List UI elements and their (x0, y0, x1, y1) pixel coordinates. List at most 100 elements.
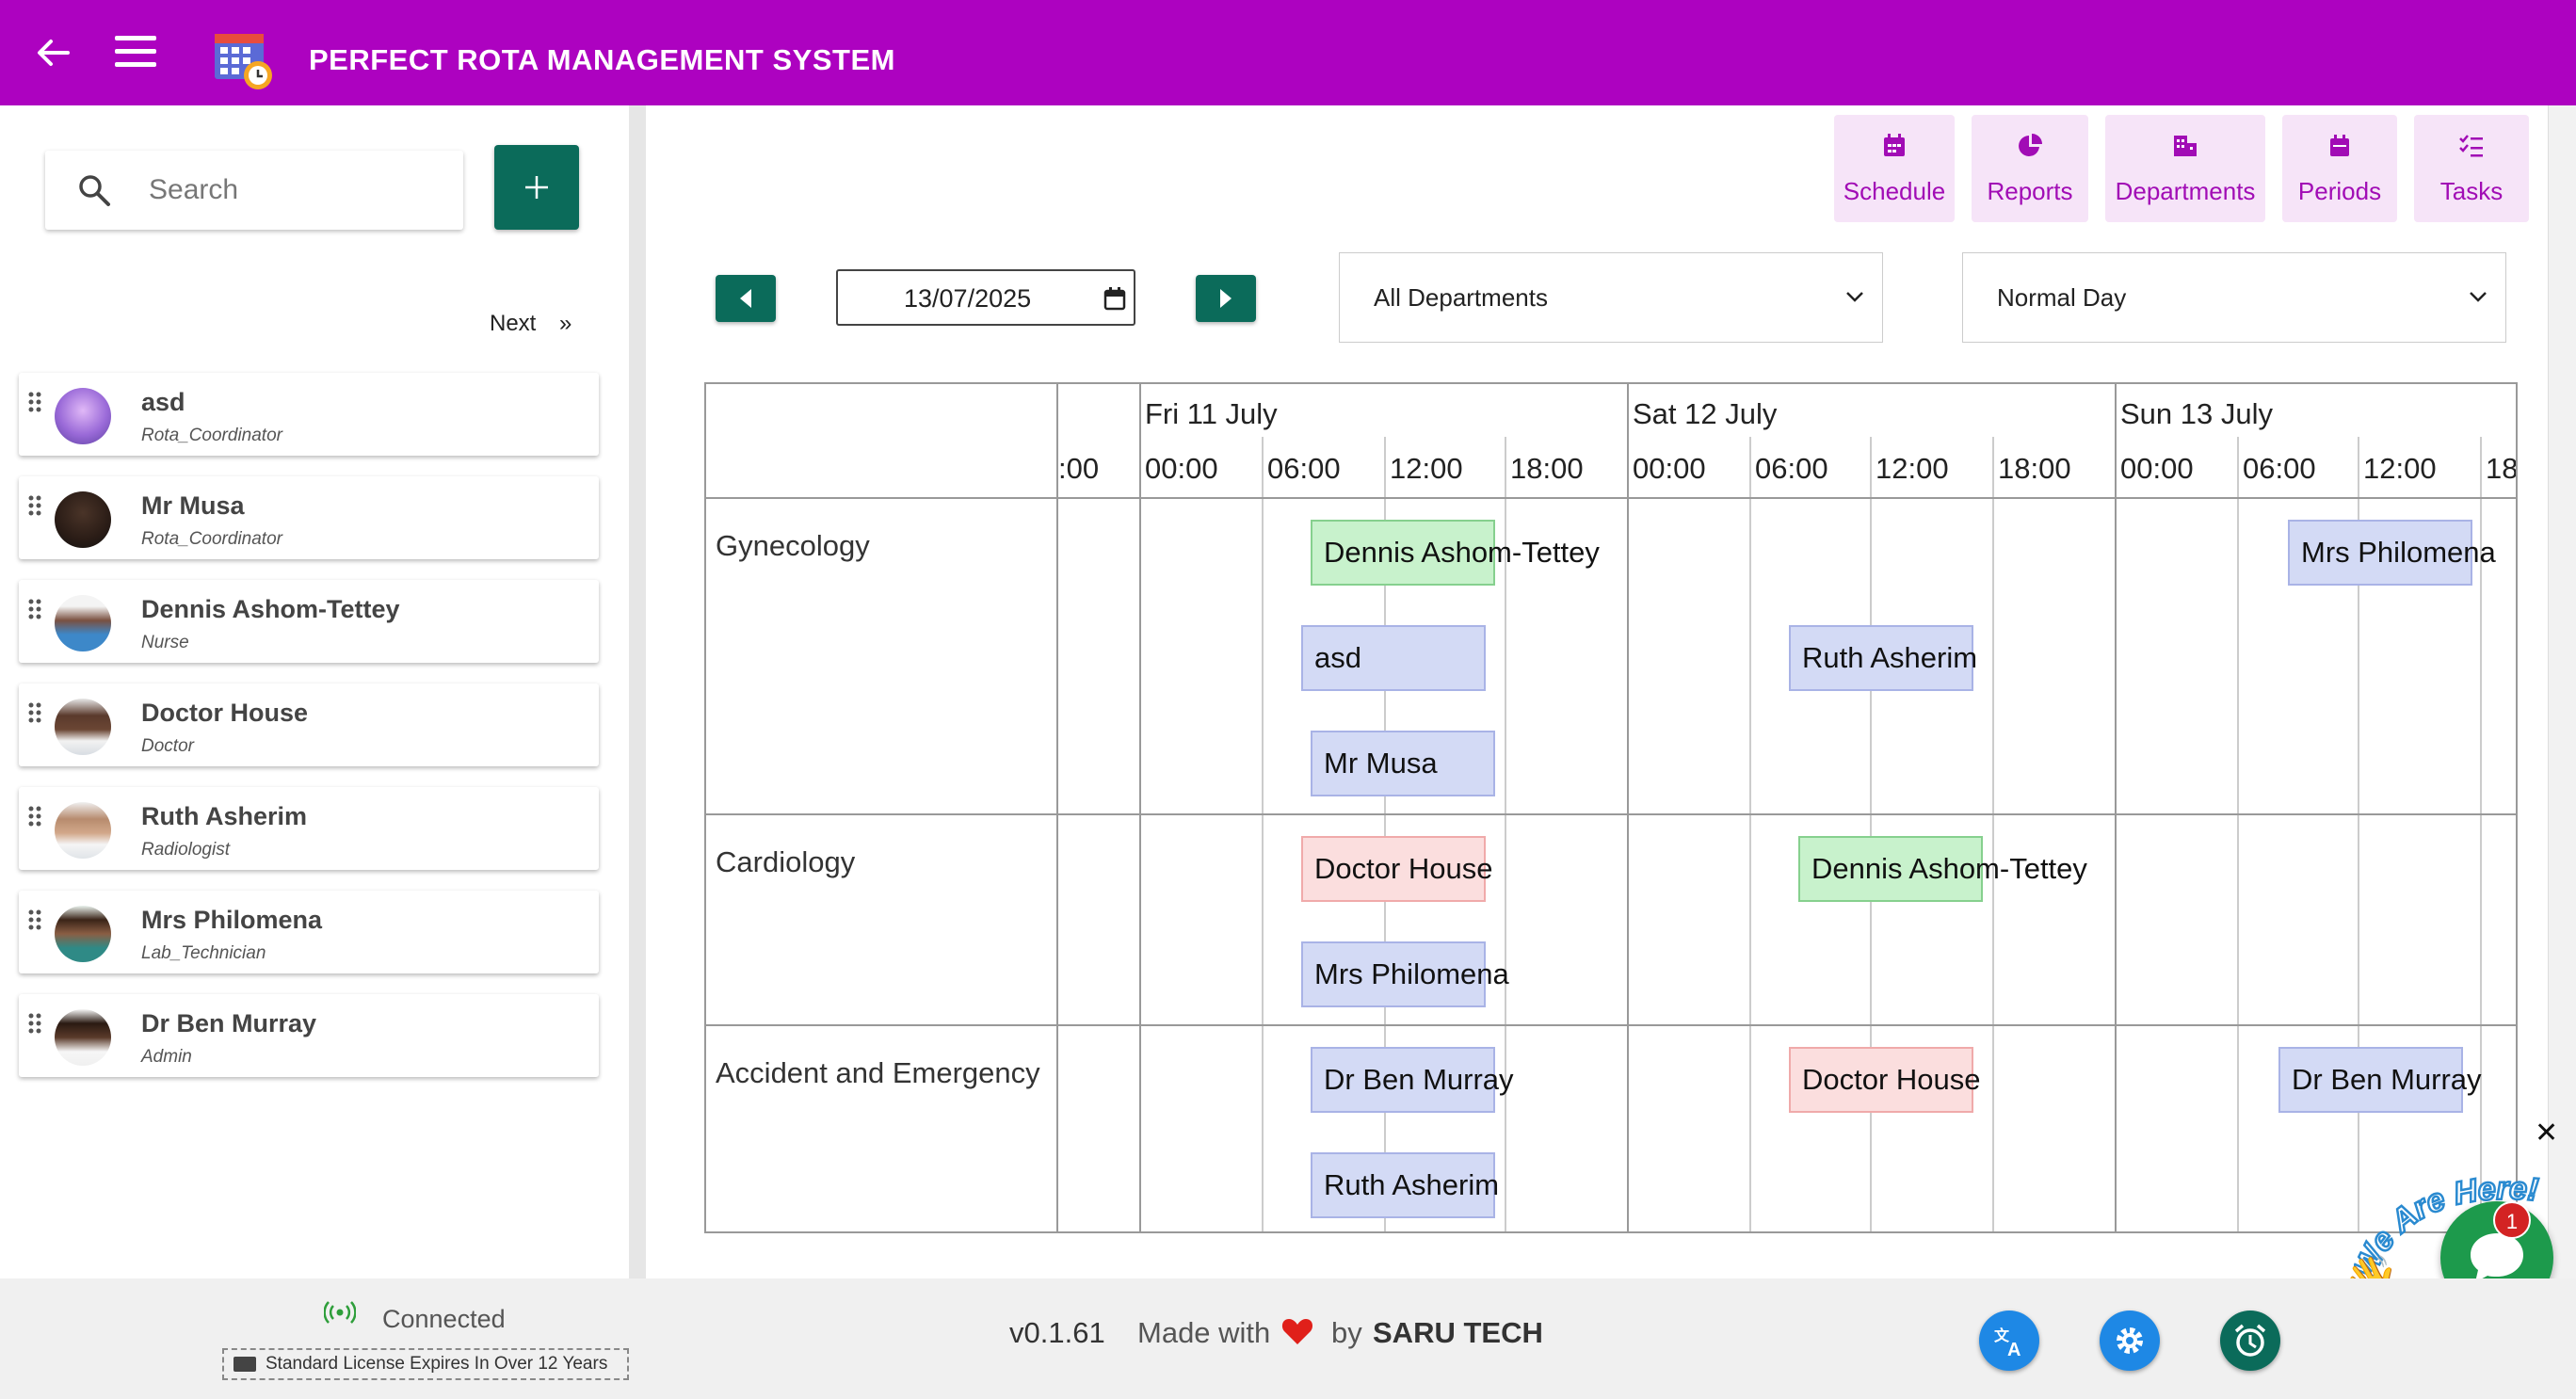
tasks-button[interactable]: Tasks (2414, 115, 2529, 222)
grid-divider (2115, 384, 2117, 1231)
avatar (55, 491, 111, 548)
search-box (45, 151, 463, 230)
time-label: 18:00 (1998, 452, 2071, 485)
chat-close-button[interactable]: ✕ (2535, 1117, 2558, 1150)
top-app-bar: PERFECT ROTA MANAGEMENT SYSTEM (0, 0, 2576, 105)
drag-handle-icon[interactable] (28, 702, 41, 723)
plus-icon (525, 176, 548, 199)
staff-card[interactable]: Doctor House Doctor (19, 683, 599, 766)
app-title: PERFECT ROTA MANAGEMENT SYSTEM (309, 43, 895, 76)
time-label: 12:00 (1876, 452, 1949, 485)
caret-left-icon (740, 289, 751, 308)
hamburger-menu-icon[interactable] (115, 34, 156, 70)
calendar-small-icon (2330, 135, 2349, 156)
grid-row-divider (706, 497, 2516, 499)
shift-block[interactable]: Dennis Ashom-Tettey (1311, 520, 1600, 586)
license-card-icon (233, 1357, 256, 1372)
department-select[interactable]: All Departments (1339, 252, 1883, 343)
reports-button[interactable]: Reports (1972, 115, 2088, 222)
staff-role: Admin (141, 1047, 192, 1067)
date-value: 13/07/2025 (904, 284, 1032, 313)
departments-button[interactable]: Departments (2105, 115, 2265, 222)
pie-chart-icon (2019, 134, 2042, 156)
grid-divider (1627, 384, 1629, 1231)
shift-block[interactable]: Mr Musa (1311, 731, 1495, 796)
time-label: 12:00 (2363, 452, 2437, 485)
schedule-button[interactable]: Schedule (1834, 115, 1955, 222)
date-picker-input[interactable]: 13/07/2025 (836, 269, 1135, 326)
shift-block[interactable]: Dennis Ashom-Tettey (1798, 836, 2087, 902)
grid-divider (1749, 437, 1751, 1231)
next-page-link[interactable]: Next » (490, 311, 572, 337)
drag-handle-icon[interactable] (28, 806, 41, 827)
staff-card[interactable]: Dennis Ashom-Tettey Nurse (19, 580, 599, 663)
search-input[interactable] (149, 168, 441, 213)
drag-handle-icon[interactable] (28, 392, 41, 412)
alarm-button[interactable] (2220, 1311, 2280, 1371)
drag-handle-icon[interactable] (28, 909, 41, 930)
back-arrow-icon[interactable] (34, 34, 72, 72)
grid-divider (1056, 384, 1058, 1231)
reports-label: Reports (1987, 177, 2073, 205)
next-day-button[interactable] (1196, 275, 1256, 322)
staff-card[interactable]: Mrs Philomena Lab_Technician (19, 891, 599, 973)
calendar-picker-icon[interactable] (1103, 286, 1126, 311)
grid-divider (1262, 437, 1264, 1231)
translate-button[interactable]: 文A (1979, 1311, 2039, 1371)
grid-divider (1139, 384, 1141, 1231)
main-scrollbar[interactable] (2548, 105, 2576, 1278)
connection-signal-icon (324, 1301, 356, 1324)
time-label: 18:00 (1510, 452, 1584, 485)
calendar-icon (1884, 134, 1905, 156)
translate-icon: 文A (1994, 1327, 2021, 1358)
department-label: Cardiology (716, 845, 856, 878)
shift-block[interactable]: Mrs Philomena (1301, 941, 1509, 1007)
shift-block[interactable]: asd (1301, 625, 1486, 691)
chevron-down-icon (1846, 292, 1863, 302)
staff-card[interactable]: Dr Ben Murray Admin (19, 994, 599, 1077)
shift-block[interactable]: Dr Ben Murray (2278, 1047, 2482, 1113)
drag-handle-icon[interactable] (28, 599, 41, 619)
chat-unread-badge: 1 (2493, 1201, 2531, 1239)
day-type-select[interactable]: Normal Day (1962, 252, 2506, 343)
shift-block[interactable]: Ruth Asherim (1311, 1152, 1499, 1218)
staff-card[interactable]: Ruth Asherim Radiologist (19, 787, 599, 870)
staff-name: Mr Musa (141, 491, 245, 520)
caret-right-icon (1220, 289, 1232, 308)
staff-name: Dr Ben Murray (141, 1009, 317, 1037)
shift-block[interactable]: Mrs Philomena (2288, 520, 2496, 586)
previous-day-button[interactable] (716, 275, 776, 322)
settings-button[interactable] (2100, 1311, 2160, 1371)
department-label: Gynecology (716, 529, 870, 562)
staff-role: Nurse (141, 633, 189, 652)
staff-card[interactable]: Mr Musa Rota_Coordinator (19, 476, 599, 559)
time-label: 00:00 (2120, 452, 2194, 485)
grid-divider (1992, 437, 1994, 1231)
grid-divider (1870, 437, 1872, 1231)
schedule-label: Schedule (1843, 177, 1946, 205)
drag-handle-icon[interactable] (28, 1013, 41, 1034)
periods-button[interactable]: Periods (2282, 115, 2397, 222)
staff-name: Mrs Philomena (141, 906, 323, 934)
staff-name: Dennis Ashom-Tettey (141, 595, 400, 623)
day-header: Sat 12 July (1633, 397, 1778, 430)
add-staff-button[interactable] (494, 145, 579, 230)
departments-label: Departments (2115, 177, 2256, 205)
staff-name: Doctor House (141, 699, 309, 727)
time-label: 00:00 (1633, 452, 1706, 485)
sidebar-resize-handle[interactable] (629, 105, 646, 1278)
shift-block[interactable]: Doctor House (1301, 836, 1493, 902)
grid-row-divider (706, 813, 2516, 815)
time-label: 06:00 (1755, 452, 1828, 485)
department-label: Accident and Emergency (716, 1056, 1040, 1089)
day-header: Fri 11 July (1145, 397, 1278, 430)
building-icon (2174, 136, 2197, 156)
shift-block[interactable]: Doctor House (1789, 1047, 1981, 1113)
shift-block[interactable]: Ruth Asherim (1789, 625, 1977, 691)
shift-block[interactable]: Dr Ben Murray (1311, 1047, 1514, 1113)
day-type-select-value: Normal Day (1997, 283, 2127, 312)
staff-card[interactable]: asd Rota_Coordinator (19, 373, 599, 456)
drag-handle-icon[interactable] (28, 495, 41, 516)
avatar (55, 1009, 111, 1066)
timeline-grid: Fri 11 July Sat 12 July Sun 13 July :00 … (704, 382, 2518, 1233)
